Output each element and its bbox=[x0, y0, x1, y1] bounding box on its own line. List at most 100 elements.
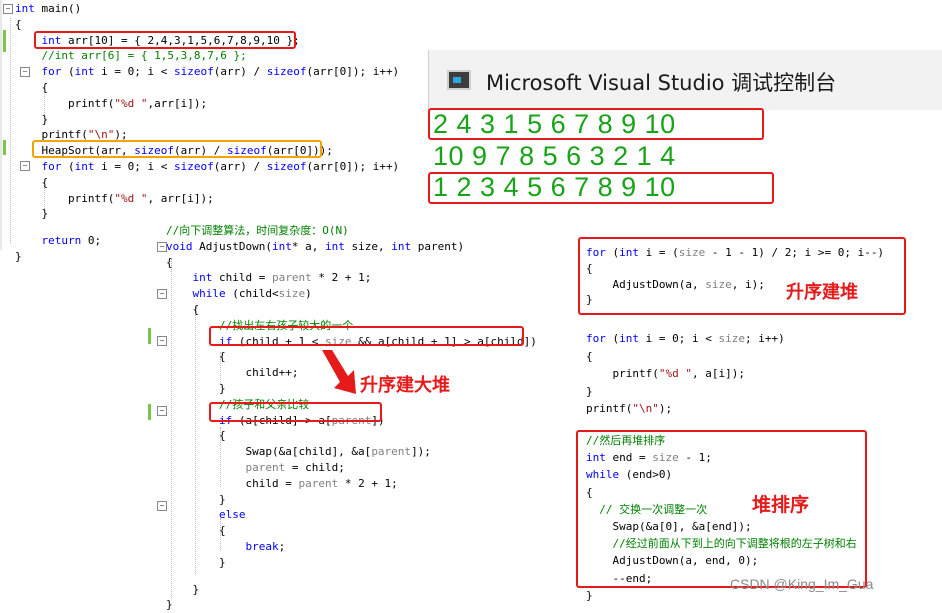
code-token: main() bbox=[34, 2, 82, 15]
code-token: { bbox=[166, 524, 226, 538]
code-token: , a[i]); bbox=[691, 367, 745, 380]
code-token: , arr[i]); bbox=[147, 191, 214, 205]
code-token: child = bbox=[212, 271, 272, 285]
code-token: child++; bbox=[166, 366, 299, 380]
code-token: } bbox=[166, 582, 200, 596]
code-token: i = 0; i < bbox=[94, 159, 174, 173]
code-line: { bbox=[166, 255, 537, 271]
code-token: printf( bbox=[15, 191, 115, 205]
code-line: { bbox=[166, 302, 537, 318]
code-token: } bbox=[166, 492, 226, 506]
code-token: int bbox=[619, 332, 639, 345]
heapsort-call-highlight bbox=[32, 140, 322, 158]
code-token: { bbox=[15, 17, 22, 31]
code-line: } bbox=[166, 582, 537, 598]
code-token: { bbox=[586, 349, 593, 363]
code-line: } bbox=[15, 112, 399, 128]
change-marker bbox=[0, 0, 2, 250]
code-token: int bbox=[324, 239, 345, 253]
code-token: printf( bbox=[15, 96, 115, 110]
code-token: ); bbox=[658, 402, 673, 415]
code-token: "%d " bbox=[658, 367, 692, 380]
print-code: for (int i = 0; i < size; i++){ printf("… bbox=[586, 330, 785, 418]
code-line: { bbox=[166, 428, 537, 444]
code-line: { bbox=[15, 175, 399, 191]
code-token: //int arr[6] = { 1,5,3,8,7,6 }; bbox=[41, 49, 247, 63]
code-token: { bbox=[166, 350, 226, 364]
code-token: } bbox=[15, 249, 22, 263]
code-token: for bbox=[586, 332, 606, 345]
annotation-arrow bbox=[322, 350, 356, 394]
code-token: while bbox=[192, 287, 226, 301]
code-token: size bbox=[278, 287, 306, 301]
console-initial-array-highlight bbox=[428, 108, 764, 140]
code-token: parent) bbox=[411, 239, 465, 253]
code-token: 0; bbox=[81, 234, 102, 248]
code-token: } bbox=[15, 207, 49, 221]
code-token: i = 0; i < bbox=[94, 65, 174, 79]
code-line: //int arr[6] = { 1,5,3,8,7,6 }; bbox=[15, 48, 399, 64]
code-token: "\n" bbox=[632, 402, 659, 415]
code-token: { bbox=[166, 255, 173, 269]
code-token: int bbox=[271, 239, 292, 253]
code-line: printf("%d ",arr[i]); bbox=[15, 96, 399, 112]
watermark: CSDN @King_Im_Gua bbox=[730, 576, 874, 592]
code-token: "%d " bbox=[114, 96, 148, 110]
code-token: (arr[0]); i++) bbox=[306, 159, 400, 173]
code-line: int main() bbox=[15, 1, 399, 17]
code-token: parent bbox=[371, 445, 412, 459]
fold-toggle[interactable]: − bbox=[3, 4, 13, 14]
code-line: child = parent * 2 + 1; bbox=[166, 476, 537, 492]
code-token: * a, bbox=[291, 239, 325, 253]
heap-sort-highlight bbox=[576, 430, 867, 588]
code-token: Swap(&a[child], &a[ bbox=[166, 445, 372, 459]
code-line: printf("\n"); bbox=[586, 400, 785, 418]
code-token: int bbox=[74, 159, 95, 173]
code-line: } bbox=[166, 597, 537, 613]
change-marker bbox=[148, 328, 151, 344]
code-token: (arr) / bbox=[213, 65, 267, 79]
code-line: break; bbox=[166, 539, 537, 555]
code-token: (arr) / bbox=[213, 159, 267, 173]
code-token: break bbox=[245, 539, 279, 553]
print-panel: for (int i = 0; i < size; i++){ printf("… bbox=[578, 325, 908, 420]
code-token: int bbox=[15, 2, 35, 15]
code-token: (child< bbox=[225, 287, 279, 301]
change-marker bbox=[148, 404, 151, 420]
code-token: ( bbox=[61, 65, 75, 79]
code-token: printf( bbox=[586, 367, 659, 380]
code-token: } bbox=[166, 555, 226, 569]
code-token: ,arr[i]); bbox=[147, 96, 208, 110]
code-token: "%d " bbox=[114, 191, 148, 205]
code-token: } bbox=[586, 384, 593, 398]
code-line: printf("%d ", a[i]); bbox=[586, 365, 785, 383]
parent-compare-highlight bbox=[209, 402, 382, 422]
code-token: int bbox=[192, 271, 213, 285]
code-token: size bbox=[718, 332, 745, 345]
code-line: } bbox=[166, 555, 537, 571]
code-token: sizeof bbox=[266, 65, 307, 79]
build-ascending-annotation: 升序建堆 bbox=[786, 282, 858, 303]
code-line: printf("%d ", arr[i]); bbox=[15, 191, 399, 207]
code-token: (arr[0]); i++) bbox=[306, 65, 400, 79]
console-title: Microsoft Visual Studio 调试控制台 bbox=[486, 71, 837, 95]
max-heap-annotation: 升序建大堆 bbox=[360, 375, 450, 396]
code-token: ; bbox=[278, 539, 286, 553]
code-token: ; i++) bbox=[744, 332, 785, 345]
code-line: parent = child; bbox=[166, 460, 537, 476]
change-marker bbox=[3, 140, 6, 155]
code-line: //向下调整算法，时间复杂度：O(N) bbox=[166, 223, 537, 239]
code-token: { bbox=[15, 80, 49, 94]
code-line: void AdjustDown(int* a, int size, int pa… bbox=[166, 239, 537, 255]
console-sorted-array-highlight bbox=[428, 172, 774, 204]
code-line: while (child<size) bbox=[166, 286, 537, 302]
code-token: { bbox=[166, 429, 226, 443]
code-token: sizeof bbox=[173, 65, 214, 79]
code-token: parent bbox=[271, 271, 312, 285]
code-token: size, bbox=[344, 239, 392, 253]
